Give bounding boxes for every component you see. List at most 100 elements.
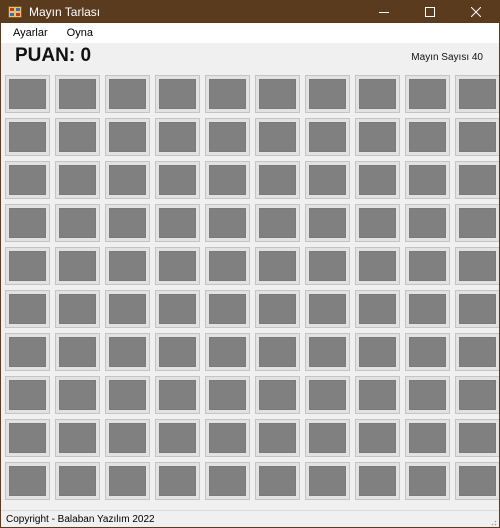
- mine-cell[interactable]: [405, 376, 450, 414]
- mine-cell[interactable]: [355, 118, 400, 156]
- mine-cell[interactable]: [5, 204, 50, 242]
- mine-cell[interactable]: [355, 376, 400, 414]
- mine-cell[interactable]: [55, 419, 100, 457]
- mine-cell[interactable]: [455, 290, 499, 328]
- mine-cell[interactable]: [305, 118, 350, 156]
- mine-cell[interactable]: [105, 204, 150, 242]
- mine-cell[interactable]: [155, 462, 200, 500]
- mine-cell[interactable]: [105, 75, 150, 113]
- mine-cell[interactable]: [55, 247, 100, 285]
- mine-cell[interactable]: [205, 290, 250, 328]
- mine-cell[interactable]: [255, 462, 300, 500]
- mine-cell[interactable]: [5, 419, 50, 457]
- mine-cell[interactable]: [155, 333, 200, 371]
- resize-grip-icon[interactable]: [487, 516, 497, 527]
- mine-cell[interactable]: [155, 161, 200, 199]
- mine-cell[interactable]: [305, 204, 350, 242]
- mine-cell[interactable]: [455, 462, 499, 500]
- mine-cell[interactable]: [55, 75, 100, 113]
- mine-cell[interactable]: [105, 333, 150, 371]
- mine-cell[interactable]: [355, 290, 400, 328]
- mine-cell[interactable]: [305, 462, 350, 500]
- mine-cell[interactable]: [355, 247, 400, 285]
- mine-cell[interactable]: [405, 204, 450, 242]
- mine-cell[interactable]: [55, 161, 100, 199]
- mine-cell[interactable]: [455, 75, 499, 113]
- mine-cell[interactable]: [305, 247, 350, 285]
- mine-cell[interactable]: [255, 118, 300, 156]
- mine-cell[interactable]: [405, 333, 450, 371]
- mine-cell[interactable]: [455, 419, 499, 457]
- mine-cell[interactable]: [105, 161, 150, 199]
- menu-item-oyna[interactable]: Oyna: [60, 27, 100, 39]
- mine-cell[interactable]: [455, 161, 499, 199]
- mine-cell[interactable]: [155, 376, 200, 414]
- mine-cell[interactable]: [355, 419, 400, 457]
- mine-cell[interactable]: [205, 75, 250, 113]
- mine-cell[interactable]: [255, 376, 300, 414]
- mine-cell[interactable]: [55, 290, 100, 328]
- mine-cell[interactable]: [255, 75, 300, 113]
- mine-cell[interactable]: [5, 161, 50, 199]
- mine-cell[interactable]: [405, 290, 450, 328]
- mine-cell[interactable]: [405, 118, 450, 156]
- mine-cell[interactable]: [205, 462, 250, 500]
- mine-cell[interactable]: [355, 204, 400, 242]
- mine-cell[interactable]: [455, 376, 499, 414]
- mine-cell[interactable]: [155, 247, 200, 285]
- mine-cell[interactable]: [305, 376, 350, 414]
- mine-cell[interactable]: [305, 290, 350, 328]
- mine-cell[interactable]: [105, 247, 150, 285]
- mine-cell[interactable]: [5, 75, 50, 113]
- mine-cell[interactable]: [155, 290, 200, 328]
- mine-cell[interactable]: [255, 161, 300, 199]
- mine-cell[interactable]: [255, 247, 300, 285]
- mine-cell[interactable]: [305, 161, 350, 199]
- mine-cell[interactable]: [405, 75, 450, 113]
- minimize-button[interactable]: [361, 1, 407, 23]
- mine-cell[interactable]: [305, 333, 350, 371]
- mine-cell[interactable]: [205, 247, 250, 285]
- mine-cell[interactable]: [255, 419, 300, 457]
- mine-cell[interactable]: [255, 290, 300, 328]
- mine-cell[interactable]: [355, 75, 400, 113]
- mine-cell[interactable]: [405, 247, 450, 285]
- mine-cell[interactable]: [155, 75, 200, 113]
- mine-cell[interactable]: [105, 118, 150, 156]
- mine-cell[interactable]: [205, 419, 250, 457]
- mine-cell[interactable]: [155, 118, 200, 156]
- mine-cell[interactable]: [105, 376, 150, 414]
- mine-cell[interactable]: [305, 75, 350, 113]
- mine-cell[interactable]: [155, 204, 200, 242]
- mine-cell[interactable]: [355, 333, 400, 371]
- mine-cell[interactable]: [405, 161, 450, 199]
- mine-cell[interactable]: [255, 333, 300, 371]
- mine-cell[interactable]: [355, 161, 400, 199]
- mine-cell[interactable]: [55, 462, 100, 500]
- maximize-button[interactable]: [407, 1, 453, 23]
- mine-cell[interactable]: [55, 333, 100, 371]
- mine-cell[interactable]: [255, 204, 300, 242]
- mine-cell[interactable]: [205, 161, 250, 199]
- mine-cell[interactable]: [5, 333, 50, 371]
- mine-cell[interactable]: [55, 204, 100, 242]
- mine-cell[interactable]: [455, 247, 499, 285]
- menu-item-ayarlar[interactable]: Ayarlar: [6, 27, 55, 39]
- mine-cell[interactable]: [105, 462, 150, 500]
- mine-cell[interactable]: [5, 247, 50, 285]
- mine-cell[interactable]: [405, 419, 450, 457]
- mine-cell[interactable]: [5, 462, 50, 500]
- mine-cell[interactable]: [5, 118, 50, 156]
- mine-cell[interactable]: [455, 333, 499, 371]
- mine-cell[interactable]: [55, 118, 100, 156]
- title-bar[interactable]: Mayın Tarlası: [1, 1, 499, 23]
- mine-cell[interactable]: [305, 419, 350, 457]
- mine-cell[interactable]: [205, 333, 250, 371]
- mine-cell[interactable]: [355, 462, 400, 500]
- mine-cell[interactable]: [5, 376, 50, 414]
- mine-cell[interactable]: [455, 204, 499, 242]
- mine-cell[interactable]: [55, 376, 100, 414]
- mine-cell[interactable]: [205, 204, 250, 242]
- mine-cell[interactable]: [5, 290, 50, 328]
- close-button[interactable]: [453, 1, 499, 23]
